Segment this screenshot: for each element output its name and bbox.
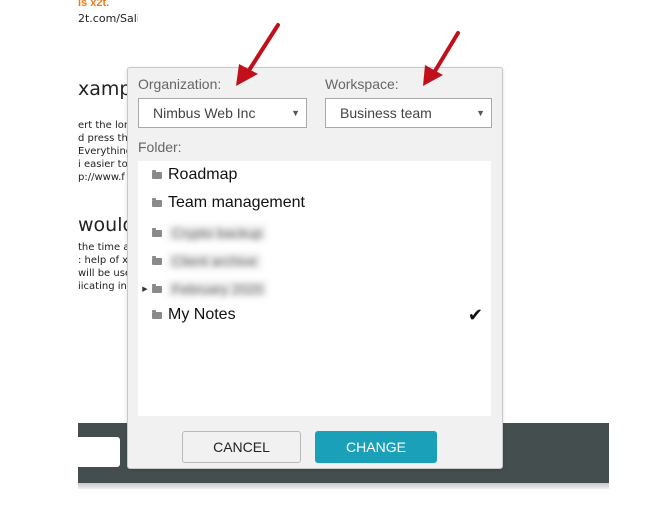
folder-list: Roadmap Team management Crypto backup Cl… bbox=[138, 161, 491, 416]
background-url-fragment: 2t.com/Salin bbox=[78, 12, 138, 25]
folder-name: Team management bbox=[168, 194, 305, 211]
background-paragraph-line: the time a bbox=[78, 242, 130, 253]
background-paragraph-line: i easier to bbox=[78, 159, 128, 170]
annotation-arrow-icon bbox=[423, 31, 460, 86]
background-paragraph-line: d press the bbox=[78, 133, 130, 144]
folder-name-redacted: Client archive bbox=[168, 253, 261, 269]
chevron-down-icon: ▼ bbox=[476, 108, 485, 118]
folder-icon bbox=[152, 309, 162, 319]
background-heading-1: xample bbox=[78, 78, 130, 100]
background-input-box bbox=[78, 437, 120, 467]
background-paragraph-line: ert the long bbox=[78, 120, 130, 131]
workspace-value: Business team bbox=[340, 105, 432, 121]
workspace-select[interactable]: Business team ▼ bbox=[325, 98, 492, 128]
chevron-down-icon: ▼ bbox=[291, 108, 300, 118]
background-paragraph-line: will be use bbox=[78, 268, 130, 279]
background-footer-shadow bbox=[78, 483, 609, 489]
cancel-button[interactable]: CANCEL bbox=[182, 431, 301, 463]
folder-item-redacted[interactable]: Crypto backup bbox=[138, 221, 491, 245]
expand-arrow-icon[interactable]: ▶ bbox=[138, 285, 152, 293]
folder-item-redacted[interactable]: ▶ February 2020 bbox=[138, 277, 491, 301]
folder-name: Roadmap bbox=[168, 166, 238, 183]
background-header-fragment: is x2t. bbox=[78, 0, 110, 6]
folder-item-team-management[interactable]: Team management bbox=[138, 191, 491, 215]
background-paragraph-line: iicating in bbox=[78, 281, 127, 292]
folder-icon bbox=[152, 255, 162, 265]
background-paragraph-line: p://www.f bbox=[78, 172, 125, 183]
folder-name: My Notes bbox=[168, 306, 236, 323]
workspace-label: Workspace: bbox=[325, 76, 399, 92]
folder-item-my-notes[interactable]: My Notes ✔ bbox=[138, 303, 491, 327]
background-paragraph-line: Everything bbox=[78, 146, 130, 157]
folder-icon bbox=[152, 197, 162, 207]
change-button[interactable]: CHANGE bbox=[315, 431, 437, 463]
annotation-arrow-icon bbox=[236, 23, 280, 86]
folder-label: Folder: bbox=[138, 139, 182, 155]
checkmark-icon: ✔ bbox=[467, 304, 483, 325]
organization-value: Nimbus Web Inc bbox=[153, 105, 256, 121]
background-paragraph-line: : help of x2 bbox=[78, 255, 130, 266]
folder-icon bbox=[152, 169, 162, 179]
folder-name-redacted: Crypto backup bbox=[168, 225, 267, 241]
background-heading-2: would bbox=[78, 214, 130, 236]
folder-item-redacted[interactable]: Client archive bbox=[138, 249, 491, 273]
folder-icon bbox=[152, 227, 162, 237]
organization-label: Organization: bbox=[138, 76, 222, 92]
move-note-dialog: Organization: Nimbus Web Inc ▼ Workspace… bbox=[127, 67, 503, 469]
folder-icon bbox=[152, 283, 162, 293]
organization-select[interactable]: Nimbus Web Inc ▼ bbox=[138, 98, 307, 128]
folder-item-roadmap[interactable]: Roadmap bbox=[138, 163, 491, 187]
folder-name-redacted: February 2020 bbox=[168, 281, 268, 297]
